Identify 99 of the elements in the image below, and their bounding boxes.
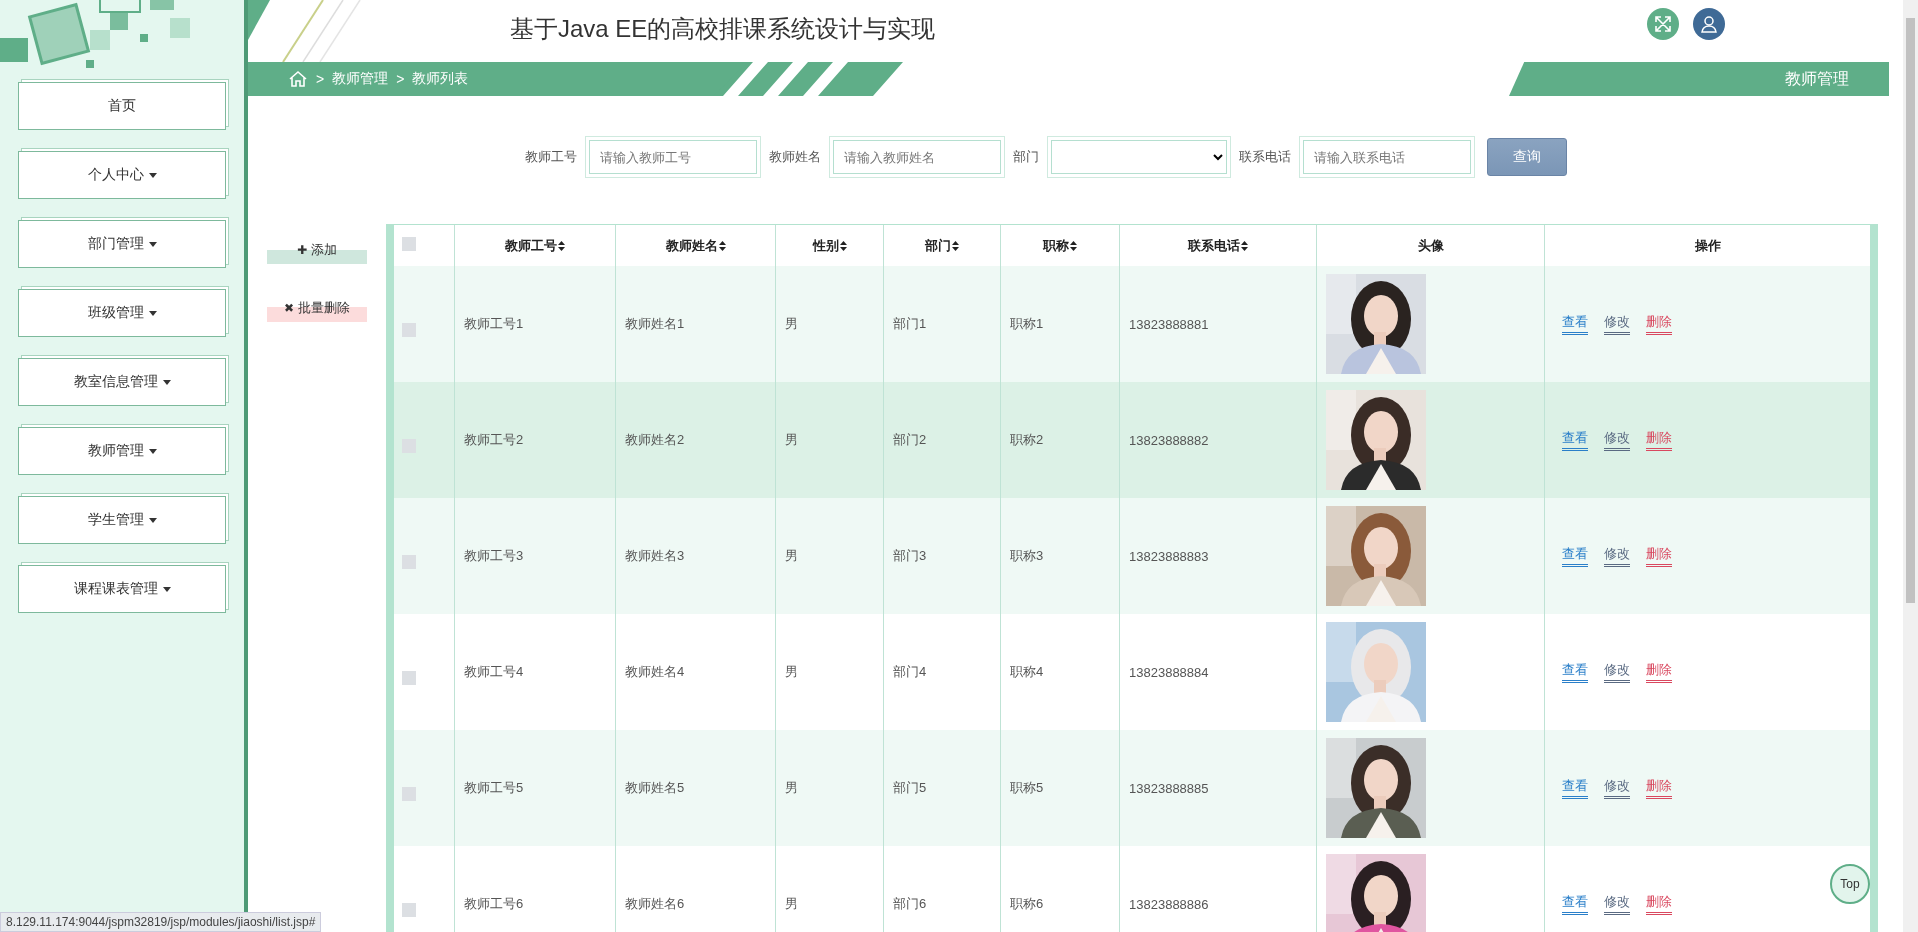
table-cell: 教师姓名1 (625, 315, 685, 333)
column-header[interactable]: 部门 (925, 236, 951, 255)
breadcrumb-separator: > (396, 71, 405, 87)
sidebar-item[interactable]: 部门管理 (18, 220, 226, 268)
column-header: 头像 (1417, 236, 1444, 255)
edit-link[interactable]: 修改 (1604, 545, 1630, 567)
table-cell: 部门6 (893, 895, 927, 913)
table-cell: 13823888882 (1129, 432, 1209, 448)
table-cell: 职称6 (1010, 895, 1044, 913)
delete-link[interactable]: 删除 (1646, 777, 1672, 799)
column-header: 操作 (1694, 236, 1721, 255)
delete-link[interactable]: 删除 (1646, 429, 1672, 451)
table-cell: 教师姓名6 (625, 895, 685, 913)
table-cell: 职称1 (1010, 315, 1044, 333)
sort-icon[interactable] (952, 240, 959, 251)
checkbox[interactable] (402, 323, 416, 337)
sidebar-item[interactable]: 首页 (18, 82, 226, 130)
field-label: 部门 (1012, 148, 1039, 166)
field-label: 教师姓名 (768, 148, 821, 166)
table-cell: 教师姓名4 (625, 663, 685, 681)
column-header[interactable]: 性别 (812, 236, 839, 255)
delete-link[interactable]: 删除 (1646, 545, 1672, 567)
table-cell: 部门2 (893, 431, 927, 449)
view-link[interactable]: 查看 (1562, 545, 1588, 567)
department-select[interactable] (1050, 140, 1227, 174)
table-cell: 教师工号3 (464, 547, 524, 565)
fullscreen-icon[interactable] (1647, 8, 1679, 40)
sidebar-item[interactable]: 学生管理 (18, 496, 226, 544)
table-cell: 教师姓名2 (625, 431, 685, 449)
edit-link[interactable]: 修改 (1604, 777, 1630, 799)
table-cell: 男 (785, 663, 798, 681)
checkbox[interactable] (402, 237, 416, 251)
column-header[interactable]: 职称 (1043, 236, 1069, 255)
home-icon[interactable] (288, 70, 308, 88)
sort-icon[interactable] (718, 240, 726, 251)
delete-link[interactable]: 删除 (1646, 661, 1672, 683)
field-label: 教师工号 (524, 148, 577, 166)
edit-link[interactable]: 修改 (1604, 893, 1630, 915)
table-cell: 13823888886 (1129, 896, 1209, 912)
table-cell: 男 (785, 547, 798, 565)
table-cell: 部门1 (893, 315, 927, 333)
field-label: 联系电话 (1238, 148, 1291, 166)
view-link[interactable]: 查看 (1562, 777, 1588, 799)
edit-link[interactable]: 修改 (1604, 429, 1630, 451)
table-cell: 男 (785, 779, 798, 797)
table-cell: 13823888881 (1129, 316, 1209, 332)
sort-icon[interactable] (1241, 240, 1248, 251)
section-title: 教师管理 (1785, 68, 1849, 89)
table-cell: 13823888883 (1129, 548, 1209, 564)
view-link[interactable]: 查看 (1562, 429, 1588, 451)
checkbox[interactable] (402, 671, 416, 685)
edit-link[interactable]: 修改 (1604, 661, 1630, 683)
table-cell: 教师工号5 (464, 779, 524, 797)
sidebar-item[interactable]: 教师管理 (18, 427, 226, 475)
sidebar-item[interactable]: 教室信息管理 (18, 358, 226, 406)
table-cell: 13823888884 (1129, 664, 1209, 680)
scrollbar[interactable] (1903, 0, 1918, 932)
view-link[interactable]: 查看 (1562, 313, 1588, 335)
view-link[interactable]: 查看 (1562, 893, 1588, 915)
delete-link[interactable]: 删除 (1646, 893, 1672, 915)
column-header[interactable]: 教师姓名 (665, 236, 718, 255)
table-cell: 部门5 (893, 779, 927, 797)
sort-icon[interactable] (558, 240, 565, 251)
column-header[interactable]: 联系电话 (1188, 236, 1240, 255)
table-cell: 职称3 (1010, 547, 1044, 565)
sidebar-item[interactable]: 课程课表管理 (18, 565, 226, 613)
sidebar-item[interactable]: 个人中心 (18, 151, 226, 199)
table-cell: 职称2 (1010, 431, 1044, 449)
table-cell: 教师工号1 (464, 315, 524, 333)
user-icon[interactable] (1693, 8, 1725, 40)
search-field[interactable]: 请输入教师工号 (588, 140, 757, 174)
search-field[interactable]: 请输入联系电话 (1302, 140, 1471, 174)
checkbox[interactable] (402, 555, 416, 569)
table-cell: 男 (785, 431, 798, 449)
delete-link[interactable]: 删除 (1646, 313, 1672, 335)
table-cell: 教师工号2 (464, 431, 524, 449)
breadcrumb-separator: > (316, 71, 325, 87)
table-cell: 教师工号4 (464, 663, 524, 681)
table-cell: 教师工号6 (464, 895, 524, 913)
table-cell: 职称5 (1010, 779, 1044, 797)
view-link[interactable]: 查看 (1562, 661, 1588, 683)
table-cell: 部门4 (893, 663, 927, 681)
sort-icon[interactable] (1070, 240, 1077, 251)
checkbox[interactable] (402, 903, 416, 917)
table-cell: 男 (785, 895, 798, 913)
search-field[interactable]: 请输入教师姓名 (832, 140, 1001, 174)
status-url: 8.129.11.174:9044/jspm32819/jsp/modules/jiaoshi/list.jsp# (0, 912, 322, 932)
table-cell: 教师姓名5 (625, 779, 685, 797)
sort-icon[interactable] (839, 240, 847, 251)
table-cell: 职称4 (1010, 663, 1044, 681)
table-cell: 部门3 (893, 547, 927, 565)
edit-link[interactable]: 修改 (1604, 313, 1630, 335)
checkbox[interactable] (402, 787, 416, 801)
table-cell: 男 (785, 315, 798, 333)
page-title: 基于Java EE的高校排课系统设计与实现 (510, 14, 936, 44)
table-cell: 13823888885 (1129, 780, 1209, 796)
table-cell: 教师姓名3 (625, 547, 685, 565)
sidebar-item[interactable]: 班级管理 (18, 289, 226, 337)
column-header[interactable]: 教师工号 (505, 236, 557, 255)
